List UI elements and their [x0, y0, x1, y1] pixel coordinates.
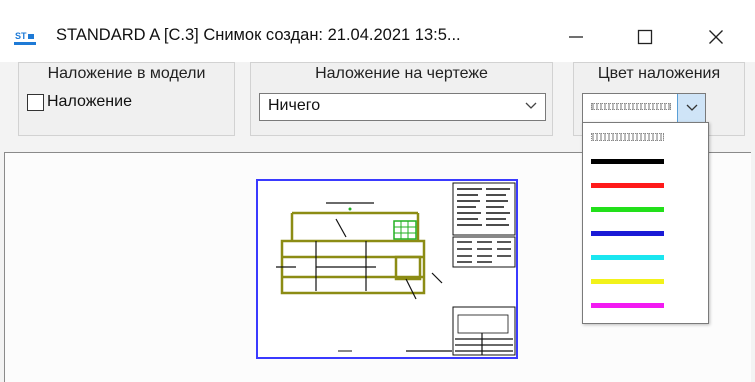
model-overlay-group: Наложение в модели Наложение: [18, 62, 235, 136]
green-swatch: [591, 207, 664, 212]
color-option-dotted[interactable]: [586, 127, 696, 149]
window-title: STANDARD A [C.3] Снимок создан: 21.04.20…: [56, 26, 461, 44]
color-dropdown-button[interactable]: [677, 94, 705, 122]
overlay-checkbox[interactable]: [27, 93, 44, 111]
overlay-checkbox-row[interactable]: Наложение: [27, 93, 132, 111]
black-swatch: [591, 159, 664, 164]
red-swatch: [591, 183, 664, 188]
cyan-swatch: [591, 255, 664, 260]
maximize-button[interactable]: [617, 18, 673, 56]
chevron-down-icon: [525, 102, 537, 109]
selected-color-swatch: [591, 103, 671, 110]
drawing-overlay-label: Наложение на чертеже: [315, 65, 488, 82]
color-option-cyan[interactable]: [586, 247, 696, 269]
color-option-blue[interactable]: [586, 223, 696, 245]
color-option-green[interactable]: [586, 199, 696, 221]
application-window: ST STANDARD A [C.3] Снимок создан: 21.04…: [0, 0, 755, 382]
close-icon: [709, 30, 723, 44]
close-button[interactable]: [688, 18, 744, 56]
drawing-overlay-select[interactable]: Ничего: [259, 93, 546, 121]
title-bar[interactable]: ST STANDARD A [C.3] Снимок создан: 21.04…: [0, 0, 755, 62]
app-icon: ST: [14, 29, 44, 47]
drawing-preview: [256, 179, 518, 359]
drawing-overlay-value: Ничего: [268, 97, 321, 114]
maximize-icon: [637, 29, 653, 45]
drawing-overlay-group: Наложение на чертеже Ничего: [250, 62, 553, 136]
overlay-color-label: Цвет наложения: [597, 65, 721, 82]
minimize-button[interactable]: [548, 18, 604, 56]
overlay-color-select[interactable]: [582, 93, 706, 123]
overlay-color-list[interactable]: [582, 122, 709, 324]
magenta-swatch: [591, 303, 664, 308]
color-option-magenta[interactable]: [586, 295, 696, 317]
model-overlay-label: Наложение в модели: [47, 65, 206, 82]
blue-swatch: [591, 231, 664, 236]
color-option-red[interactable]: [586, 175, 696, 197]
color-option-black[interactable]: [586, 151, 696, 173]
dotted-swatch: [591, 133, 664, 141]
svg-text:ST: ST: [15, 31, 27, 41]
overlay-checkbox-label[interactable]: Наложение: [47, 93, 132, 111]
minimize-icon: [569, 36, 583, 38]
chevron-down-icon: [686, 104, 697, 111]
yellow-swatch: [591, 279, 664, 284]
color-option-yellow[interactable]: [586, 271, 696, 293]
